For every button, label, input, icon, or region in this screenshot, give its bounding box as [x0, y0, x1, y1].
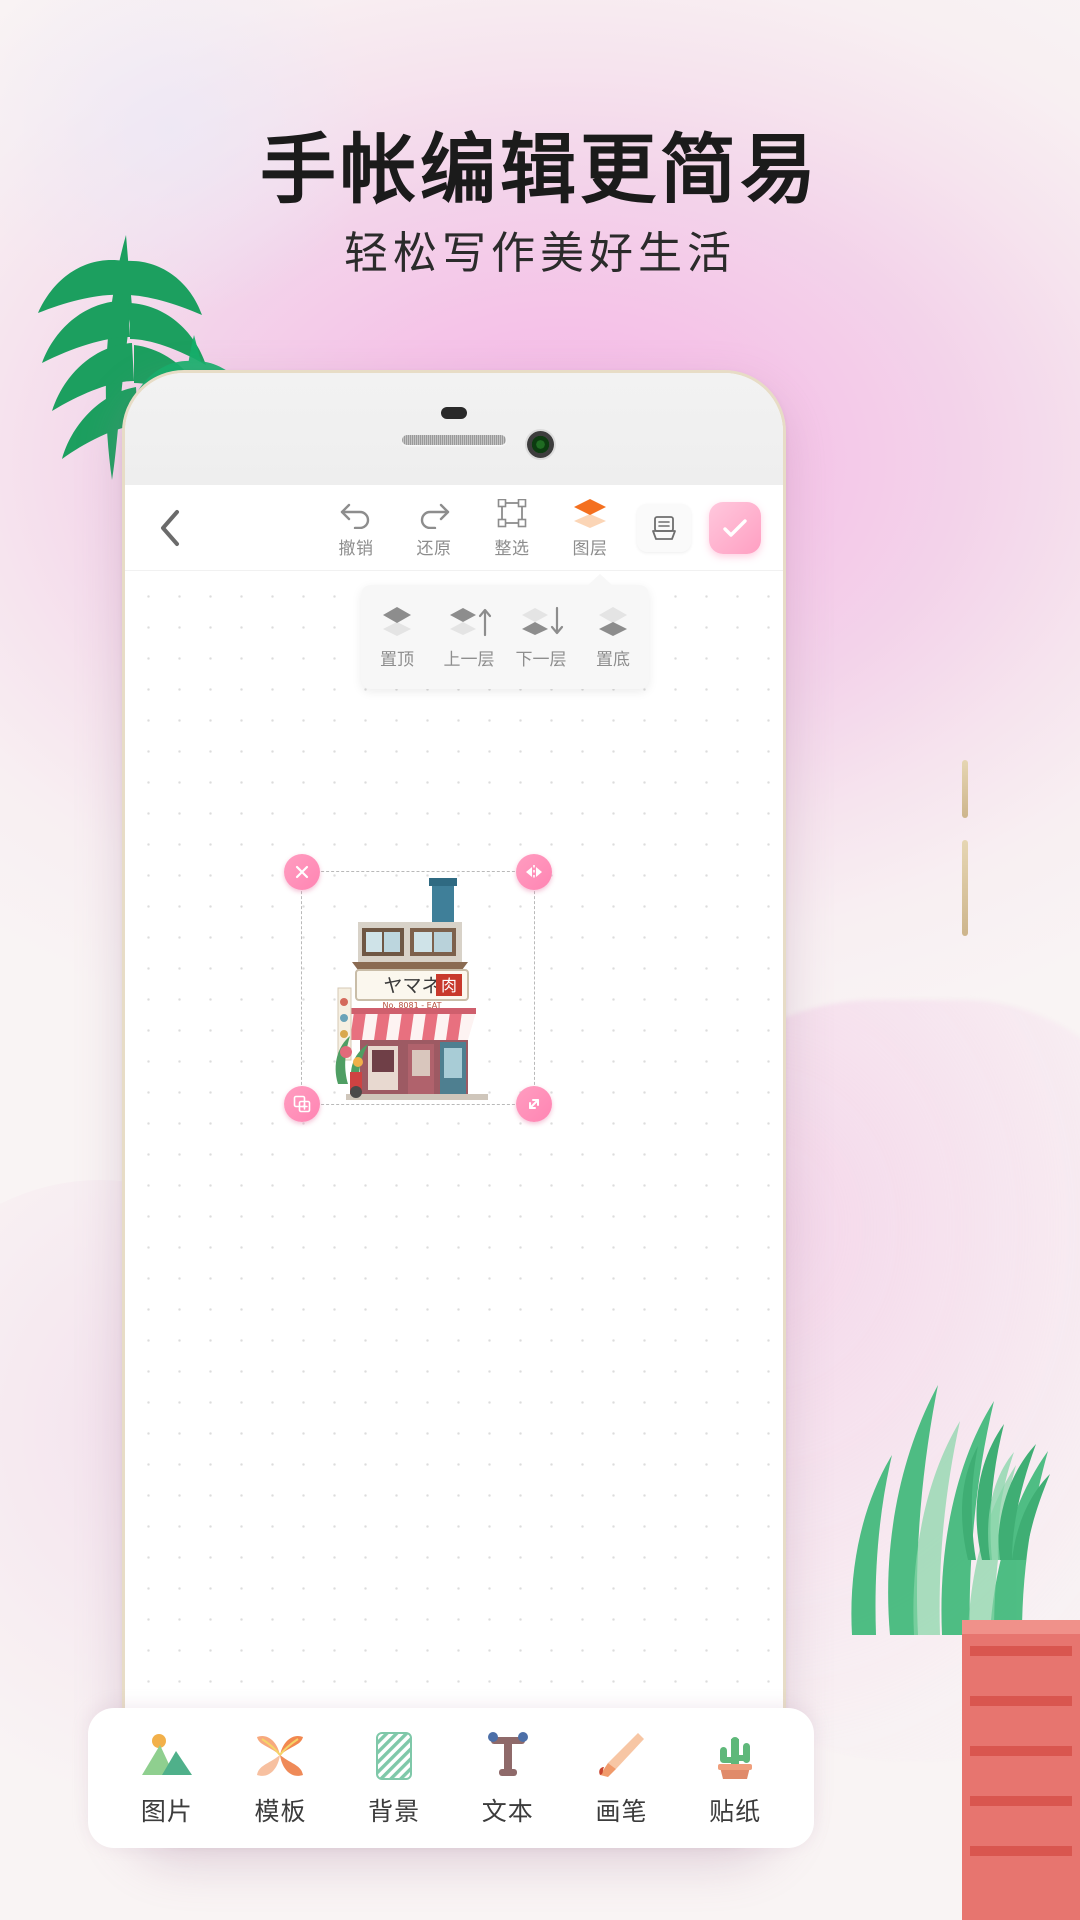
layer-down-icon [522, 606, 564, 635]
editor-canvas[interactable]: 置顶 上一层 下一层 置底 ヤマネ 肉 No. 8081 - EAT [125, 571, 783, 1843]
layer-menu-item-up[interactable]: 上一层 [437, 604, 501, 670]
copy-handle[interactable] [284, 1086, 320, 1122]
front-camera-icon [527, 431, 554, 458]
app-screen: 撤销 还原 整选 图层 置顶 上一层 下一层 置底 ヤマネ 肉 No. 8081… [125, 485, 783, 1843]
layer-order-popup: 置顶 上一层 下一层 置底 [361, 574, 649, 689]
toolbar-label-redo: 还原 [416, 538, 452, 558]
text-tool-icon [481, 1729, 535, 1783]
flip-handle[interactable] [516, 854, 552, 890]
dock-label-background: 背景 [368, 1797, 421, 1826]
confirm-button[interactable] [709, 501, 761, 554]
dock-label-text: 文本 [481, 1797, 534, 1826]
dock-item-text[interactable]: 文本 [456, 1729, 560, 1828]
proximity-sensor-icon [441, 407, 467, 419]
resize-handle[interactable] [516, 1086, 552, 1122]
bookshelf-decoration [962, 1620, 1080, 1920]
svg-text:肉: 肉 [441, 976, 457, 995]
dock-item-sticker[interactable]: 贴纸 [683, 1729, 787, 1828]
save-draft-button[interactable] [637, 503, 691, 552]
select-frame-icon [496, 497, 528, 529]
save-card-icon [652, 515, 676, 540]
brush-icon [594, 1729, 648, 1783]
phone-volume-down-button[interactable] [962, 840, 968, 936]
dock-label-brush: 画笔 [595, 1797, 648, 1826]
dock-label-image: 图片 [140, 1797, 193, 1826]
undo-icon [339, 497, 373, 529]
template-flower-icon [253, 1729, 307, 1783]
selected-object-bounding-box[interactable]: ヤマネ 肉 No. 8081 - EAT [284, 854, 552, 1122]
layer-menu-item-front[interactable]: 置顶 [365, 604, 429, 670]
delete-handle[interactable] [284, 854, 320, 890]
page-subtitle: 轻松写作美好生活 [344, 229, 736, 278]
dock-item-background[interactable]: 背景 [342, 1729, 446, 1828]
dock-item-template[interactable]: 模板 [228, 1729, 332, 1828]
toolbar-item-select[interactable]: 整选 [473, 497, 551, 559]
potted-plant-decoration [962, 1424, 1050, 1560]
app-top-toolbar: 撤销 还原 整选 图层 [125, 485, 783, 571]
layer-menu-label-up: 上一层 [443, 650, 495, 669]
image-icon [140, 1729, 194, 1783]
toolbar-item-layers[interactable]: 图层 [551, 497, 629, 559]
toolbar-item-undo[interactable]: 撤销 [317, 497, 395, 559]
phone-top-bezel [125, 373, 783, 485]
earpiece-speaker-icon [402, 435, 506, 445]
dock-label-template: 模板 [254, 1797, 307, 1826]
layer-menu-item-down[interactable]: 下一层 [509, 604, 573, 670]
resize-arrow-icon [529, 1099, 539, 1109]
dock-item-brush[interactable]: 画笔 [569, 1729, 673, 1828]
dock-label-sticker: 贴纸 [709, 1797, 762, 1826]
layers-icon [571, 497, 609, 529]
toolbar-label-select: 整选 [494, 538, 530, 558]
toolbar-item-redo[interactable]: 还原 [395, 497, 473, 559]
duplicate-icon [293, 1095, 311, 1113]
layer-back-icon [599, 607, 627, 636]
page-title: 手帐编辑更简易 [260, 128, 820, 213]
redo-icon [417, 497, 451, 529]
toolbar-label-undo: 撤销 [338, 538, 374, 558]
phone-volume-up-button[interactable] [962, 760, 968, 818]
toolbar-label-layers: 图层 [572, 538, 608, 558]
svg-text:ヤマネ: ヤマネ [383, 975, 440, 997]
flip-horizontal-icon [526, 865, 542, 879]
chevron-left-icon [161, 509, 179, 546]
layer-menu-label-back: 置底 [596, 650, 630, 669]
japanese-shop-sticker[interactable]: ヤマネ 肉 No. 8081 - EAT [316, 876, 522, 1102]
background-pattern-icon [367, 1729, 421, 1783]
layer-menu-label-down: 下一层 [515, 650, 567, 669]
back-button[interactable] [147, 505, 193, 551]
layer-front-icon [383, 607, 411, 636]
dock-item-image[interactable]: 图片 [115, 1729, 219, 1828]
sticker-cactus-icon [708, 1729, 762, 1783]
layer-menu-item-back[interactable]: 置底 [581, 604, 645, 670]
check-icon [723, 518, 747, 537]
layer-menu-label-front: 置顶 [380, 650, 414, 669]
close-icon [295, 865, 309, 879]
layer-up-icon [450, 608, 492, 637]
bottom-tool-dock: 图片 模板 背景 文本 画笔 贴纸 [88, 1708, 814, 1848]
phone-device: 撤销 还原 整选 图层 置顶 上一层 下一层 置底 ヤマネ 肉 No. 8081… [122, 370, 786, 1846]
